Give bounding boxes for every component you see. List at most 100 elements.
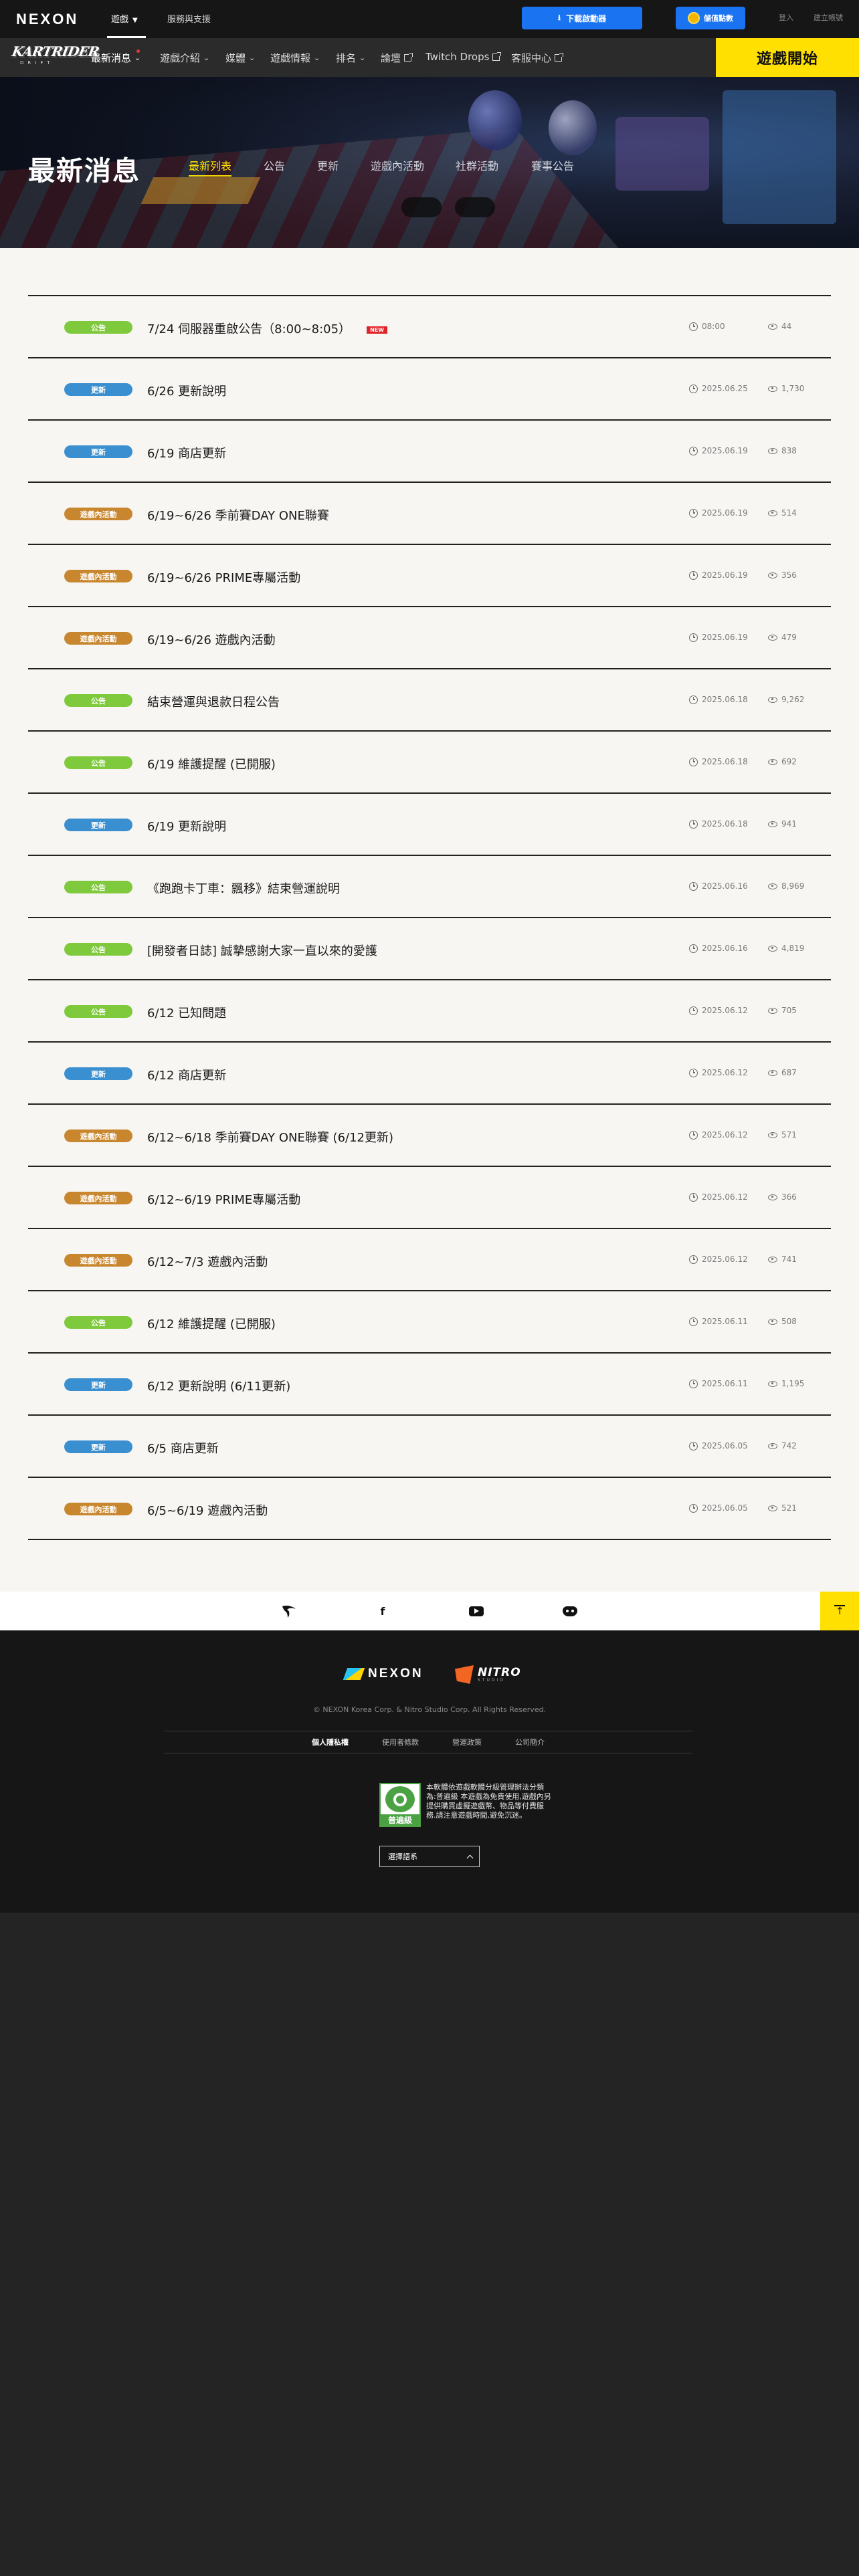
news-row[interactable]: 遊戲內活動 6/12~6/18 季前賽DAY ONE聯賽 (6/12更新) 2025…	[28, 1105, 831, 1167]
hero-background-shape	[140, 177, 261, 204]
news-row[interactable]: 公告 6/19 維護提醒 (已開服) 2025.06.18 692	[28, 732, 831, 794]
news-row[interactable]: 更新 6/12 商店更新 2025.06.12 687	[28, 1043, 831, 1105]
news-date-text: 08:00	[702, 322, 725, 331]
clock-icon	[689, 1255, 698, 1264]
news-date: 2025.06.05	[689, 1503, 748, 1513]
news-row[interactable]: 遊戲內活動 6/19~6/26 PRIME專屬活動 2025.06.19 356	[28, 545, 831, 607]
top-up-points-button[interactable]: 儲值點數	[676, 7, 745, 29]
age-rating: 普遍級 本軟體依遊戲軟體分級管理辦法分類為:普遍級 本遊戲為免費使用,遊戲內另提…	[379, 1783, 553, 1827]
news-row[interactable]: 更新 6/12 更新說明 (6/11更新) 2025.06.11 1,195	[28, 1354, 831, 1416]
rating-icon	[385, 1786, 415, 1812]
tab-tournament-notice[interactable]: 賽事公告	[531, 157, 574, 173]
category-badge: 更新	[64, 1378, 132, 1391]
games-menu[interactable]: 遊戲 ▼	[111, 12, 138, 25]
category-badge: 更新	[64, 383, 132, 396]
eye-icon	[768, 883, 777, 889]
nav-item-news[interactable]: 最新消息 ⌄	[91, 49, 140, 65]
news-title[interactable]: 6/12 商店更新	[147, 1066, 226, 1083]
news-title[interactable]: 6/12~7/3 遊戲內活動	[147, 1253, 268, 1270]
news-row[interactable]: 公告 [開發者日誌] 誠摯感謝大家一直以來的愛護 2025.06.16 4,819	[28, 918, 831, 980]
news-title[interactable]: [開發者日誌] 誠摯感謝大家一直以來的愛護	[147, 942, 377, 959]
nav-item-forum[interactable]: 論壇	[381, 51, 413, 65]
news-row[interactable]: 公告 6/12 已知問題 2025.06.12 705	[28, 980, 831, 1043]
nav-item-label: 論壇	[381, 52, 401, 64]
tab-update[interactable]: 更新	[317, 157, 339, 173]
youtube-icon[interactable]	[468, 1604, 484, 1618]
hero-background-shape	[723, 90, 836, 224]
facebook-icon[interactable]: f	[375, 1604, 391, 1618]
news-row[interactable]: 更新 6/26 更新說明 2025.06.25 1,730	[28, 358, 831, 421]
chevron-down-icon: ⌄	[249, 53, 256, 62]
news-title[interactable]: 6/5~6/19 遊戲內活動	[147, 1501, 268, 1519]
news-title[interactable]: 6/19 更新說明	[147, 817, 226, 835]
nav-item-game-intro[interactable]: 遊戲介紹 ⌄	[160, 51, 209, 65]
news-title[interactable]: 6/12~6/18 季前賽DAY ONE聯賽 (6/12更新)	[147, 1128, 393, 1146]
news-title[interactable]: 結束營運與退款日程公告	[147, 693, 280, 710]
scroll-to-top-button[interactable]	[820, 1592, 859, 1630]
terms-link[interactable]: 使用者條款	[382, 1737, 419, 1747]
tab-notice[interactable]: 公告	[264, 157, 285, 173]
signup-link[interactable]: 建立帳號	[814, 12, 843, 23]
footer-nitro-logo[interactable]: NITRO STUDIO	[455, 1665, 521, 1684]
company-intro-link[interactable]: 公司簡介	[515, 1737, 545, 1747]
language-select[interactable]: 選擇語系	[379, 1846, 480, 1867]
news-title[interactable]: 6/12 已知問題	[147, 1004, 226, 1021]
news-row[interactable]: 遊戲內活動 6/12~6/19 PRIME專屬活動 2025.06.12 366	[28, 1167, 831, 1229]
new-badge: NEW	[367, 326, 388, 334]
bird-logo-icon[interactable]	[281, 1604, 297, 1618]
news-title[interactable]: 7/24 伺服器重啟公告（8:00~8:05） NEW	[147, 320, 388, 337]
nav-item-twitch-drops[interactable]: Twitch Drops	[425, 51, 502, 63]
news-title[interactable]: 6/12 維護提醒 (已開服)	[147, 1315, 276, 1332]
nav-item-label: 排名	[336, 52, 357, 64]
category-badge: 更新	[64, 1440, 132, 1453]
news-title[interactable]: 6/19~6/26 PRIME專屬活動	[147, 568, 300, 586]
login-link[interactable]: 登入	[779, 12, 793, 23]
nexon-logo[interactable]: NEXON	[16, 11, 78, 28]
eye-icon	[768, 1069, 777, 1076]
news-row[interactable]: 公告 7/24 伺服器重啟公告（8:00~8:05） NEW 08:00 44	[28, 296, 831, 358]
news-title[interactable]: 6/12 更新說明 (6/11更新)	[147, 1377, 290, 1394]
news-row[interactable]: 公告 結束營運與退款日程公告 2025.06.18 9,262	[28, 669, 831, 732]
news-title[interactable]: 6/26 更新說明	[147, 382, 226, 399]
nav-item-customer-center[interactable]: 客服中心	[511, 51, 564, 65]
tab-ingame-event[interactable]: 遊戲內活動	[371, 157, 424, 173]
news-row[interactable]: 更新 6/5 商店更新 2025.06.05 742	[28, 1416, 831, 1478]
news-row[interactable]: 遊戲內活動 6/5~6/19 遊戲內活動 2025.06.05 521	[28, 1478, 831, 1540]
news-date: 2025.06.18	[689, 757, 748, 766]
clock-icon	[689, 757, 698, 766]
chevron-down-icon: ⌄	[203, 53, 210, 62]
nav-item-label: 最新消息	[91, 52, 132, 64]
news-title[interactable]: 6/19 維護提醒 (已開服)	[147, 755, 276, 772]
news-title[interactable]: 6/19 商店更新	[147, 444, 226, 461]
play-game-button[interactable]: 遊戲開始	[716, 38, 859, 77]
news-row[interactable]: 遊戲內活動 6/19~6/26 季前賽DAY ONE聯賽 2025.06.19 514	[28, 483, 831, 545]
news-row[interactable]: 公告 6/12 維護提醒 (已開服) 2025.06.11 508	[28, 1291, 831, 1354]
news-title[interactable]: 6/12~6/19 PRIME專屬活動	[147, 1190, 300, 1208]
news-row[interactable]: 遊戲內活動 6/19~6/26 遊戲內活動 2025.06.19 479	[28, 607, 831, 669]
news-title[interactable]: 6/19~6/26 遊戲內活動	[147, 631, 276, 648]
footer-nexon-logo[interactable]: NEXON	[343, 1667, 423, 1681]
clock-icon	[689, 1379, 698, 1388]
nav-item-game-info[interactable]: 遊戲情報 ⌄	[270, 51, 320, 65]
nav-item-label: Twitch Drops	[425, 51, 490, 63]
news-row[interactable]: 更新 6/19 商店更新 2025.06.19 838	[28, 421, 831, 483]
nav-item-label: 媒體	[225, 52, 246, 64]
news-title[interactable]: 6/19~6/26 季前賽DAY ONE聯賽	[147, 506, 329, 524]
news-title[interactable]: 《跑跑卡丁車：飄移》結束營運說明	[147, 879, 340, 897]
nav-item-ranking[interactable]: 排名 ⌄	[336, 51, 365, 65]
support-link[interactable]: 服務與支援	[167, 12, 211, 25]
privacy-policy-link[interactable]: 個人隱私權	[312, 1737, 349, 1747]
download-launcher-button[interactable]: ⭳ 下載啟動器	[522, 7, 642, 29]
news-row[interactable]: 更新 6/19 更新說明 2025.06.18 941	[28, 794, 831, 856]
news-row[interactable]: 遊戲內活動 6/12~7/3 遊戲內活動 2025.06.12 741	[28, 1229, 831, 1291]
kartrider-drift-logo[interactable]: KARTRIDER DRIFT	[11, 43, 100, 70]
tab-all-news[interactable]: 最新列表	[189, 157, 232, 177]
news-views-text: 356	[781, 570, 797, 580]
operation-policy-link[interactable]: 營運政策	[452, 1737, 482, 1747]
news-row[interactable]: 公告 《跑跑卡丁車：飄移》結束營運說明 2025.06.16 8,969	[28, 856, 831, 918]
news-title[interactable]: 6/5 商店更新	[147, 1439, 219, 1457]
tab-community-event[interactable]: 社群活動	[456, 157, 498, 173]
news-date-text: 2025.06.12	[702, 1255, 748, 1264]
discord-icon[interactable]	[562, 1604, 578, 1618]
nav-item-media[interactable]: 媒體 ⌄	[225, 51, 255, 65]
